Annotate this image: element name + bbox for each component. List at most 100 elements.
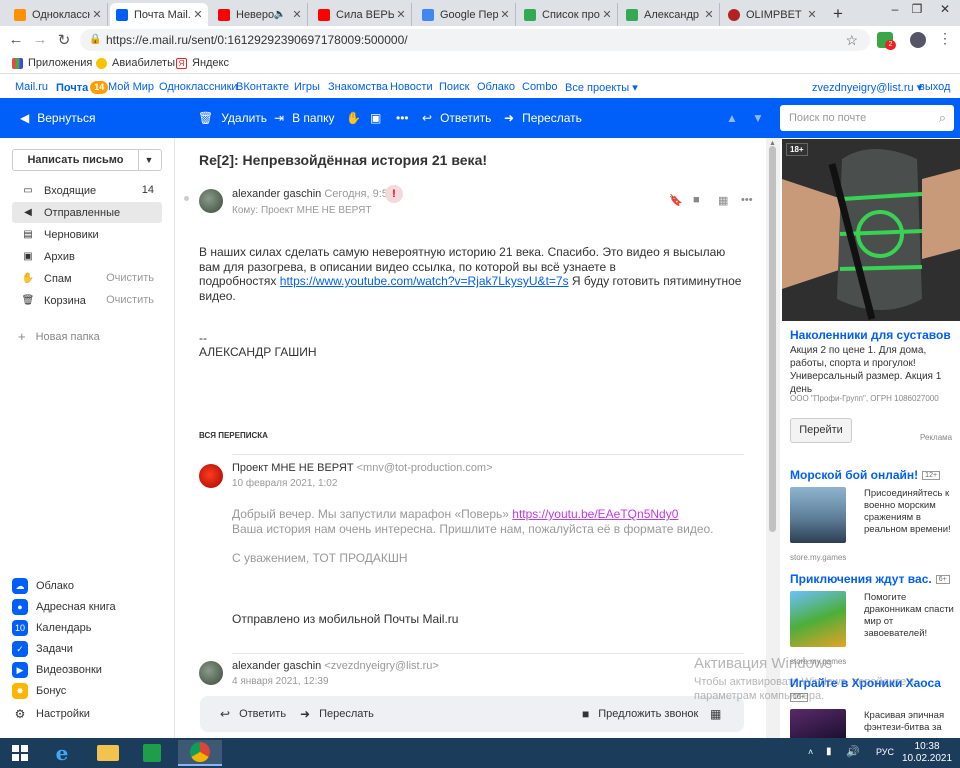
- tab-sheets-2[interactable]: Александр Г ✕: [620, 3, 720, 26]
- video-icon[interactable]: ■: [693, 194, 700, 206]
- forward-icon[interactable]: →: [30, 31, 50, 48]
- marathon-link[interactable]: https://youtu.be/EAeTQn5Ndy0: [512, 507, 678, 521]
- ad-image-battleship[interactable]: [790, 487, 846, 543]
- close-icon[interactable]: ✕: [805, 8, 819, 21]
- logout-link[interactable]: выход: [919, 81, 950, 93]
- service-cloud[interactable]: ☁ Облако: [12, 577, 74, 595]
- archive-button[interactable]: ▣: [370, 111, 389, 125]
- internet-explorer-icon[interactable]: e: [44, 740, 80, 766]
- ad-go-button[interactable]: Перейти: [790, 418, 852, 443]
- tab-odnoklassniki[interactable]: Одноклассни✕: [8, 3, 108, 26]
- new-folder-button[interactable]: + Новая папка: [18, 329, 100, 344]
- ad-title-1[interactable]: Наколенники для суставов: [790, 328, 951, 342]
- network-icon[interactable]: ▮: [826, 746, 832, 757]
- bookmark-apps[interactable]: Приложения: [12, 57, 92, 69]
- browser-menu-icon[interactable]: ⋮: [938, 30, 952, 47]
- quick-forward-button[interactable]: ➜ Переслать: [300, 707, 374, 721]
- portal-link-search[interactable]: Поиск: [439, 81, 469, 93]
- ad-image-dragons[interactable]: [790, 591, 846, 647]
- ad-title-2[interactable]: Морской бой онлайн! 12+: [790, 468, 941, 482]
- project-avatar[interactable]: [199, 464, 223, 488]
- service-tasks[interactable]: ✓ Задачи: [12, 640, 73, 658]
- tab-youtube-2[interactable]: Сила ВЕРЫ и✕: [312, 3, 412, 26]
- close-icon[interactable]: ✕: [290, 8, 304, 21]
- portal-link-all-projects[interactable]: Все проекты ▾: [565, 81, 638, 94]
- portal-link-combo[interactable]: Combo: [522, 81, 557, 93]
- volume-icon[interactable]: 🔊: [846, 745, 860, 758]
- service-addressbook[interactable]: ● Адресная книга: [12, 598, 116, 616]
- bookmark-icon[interactable]: 🔖: [669, 194, 683, 207]
- tab-mail[interactable]: Почта Mail.ru✕: [110, 3, 208, 26]
- tab-google-translate[interactable]: Google Пере✕: [416, 3, 516, 26]
- minimize-button[interactable]: –: [884, 2, 906, 16]
- service-calendar[interactable]: 10 Календарь: [12, 619, 92, 637]
- bookmark-aviabilety[interactable]: Авиабилеты: [96, 57, 175, 69]
- file-explorer-icon[interactable]: [90, 740, 126, 766]
- portal-link-cloud[interactable]: Облако: [477, 81, 515, 93]
- close-icon[interactable]: ✕: [191, 8, 205, 21]
- new-tab-button[interactable]: +: [828, 4, 848, 24]
- next-message-button[interactable]: ▼: [752, 111, 764, 125]
- close-icon[interactable]: ✕: [90, 8, 104, 21]
- close-icon[interactable]: ✕: [702, 8, 716, 21]
- tray-up-icon[interactable]: ˄: [808, 747, 813, 757]
- forward-button[interactable]: ➜ Переслать: [504, 111, 582, 125]
- reload-icon[interactable]: ↻: [54, 31, 74, 49]
- ad-image-knee-brace[interactable]: 18+: [782, 139, 960, 321]
- start-button[interactable]: [2, 740, 38, 766]
- ad-title-3[interactable]: Приключения ждут вас. 6+: [790, 572, 950, 586]
- bookmark-star-icon[interactable]: ☆: [845, 29, 858, 51]
- more-button[interactable]: •••: [396, 111, 417, 125]
- compose-button[interactable]: Написать письмо ▼: [12, 149, 162, 171]
- ad-image-chaos[interactable]: [790, 709, 846, 738]
- bookmark-yandex[interactable]: Я Яндекс: [176, 57, 229, 69]
- portal-link-games[interactable]: Игры: [294, 81, 320, 93]
- folder-inbox[interactable]: ▭ Входящие 14: [12, 180, 162, 201]
- spam-button[interactable]: ✋: [346, 111, 369, 125]
- close-icon[interactable]: ✕: [498, 8, 512, 21]
- delete-button[interactable]: 🗑 Удалить: [198, 111, 267, 125]
- tab-sheets-1[interactable]: Список про ✕: [518, 3, 618, 26]
- store-icon[interactable]: [134, 740, 170, 766]
- back-button[interactable]: ◀ Вернуться: [20, 111, 95, 125]
- quick-reply-button[interactable]: ↩ Ответить: [220, 707, 286, 721]
- portal-link-vk[interactable]: ВКонтакте: [236, 81, 289, 93]
- unread-dot[interactable]: [184, 196, 189, 201]
- language-indicator[interactable]: РУС: [876, 747, 894, 757]
- youtube-link[interactable]: https://www.youtube.com/watch?v=Rjak7Lky…: [280, 274, 569, 288]
- folder-archive[interactable]: ▣ Архив: [12, 246, 162, 267]
- speaker-icon[interactable]: 🔈: [274, 9, 286, 20]
- sender-name[interactable]: alexander gaschin: [232, 188, 321, 200]
- calendar-button[interactable]: ▦: [710, 707, 730, 721]
- search-input[interactable]: Поиск по почте ⌕: [780, 105, 954, 131]
- service-bonus[interactable]: ✸ Бонус: [12, 682, 66, 700]
- scroll-thumb[interactable]: [769, 146, 776, 532]
- clear-trash-link[interactable]: Очистить: [106, 294, 154, 306]
- search-icon[interactable]: ⌕: [939, 105, 946, 131]
- calendar-add-icon[interactable]: ▦: [718, 194, 728, 207]
- folder-spam[interactable]: ✋ Спам Очистить: [12, 268, 162, 289]
- profile-avatar[interactable]: [910, 32, 926, 48]
- url-field[interactable]: 🔒 https://e.mail.ru/sent/0:1612929239069…: [80, 29, 870, 51]
- chevron-down-icon[interactable]: ▼: [137, 150, 161, 170]
- portal-link-dating[interactable]: Знакомства: [328, 81, 388, 93]
- tab-youtube-1[interactable]: Неверо 🔈 ✕: [212, 3, 308, 26]
- important-flag-icon[interactable]: !: [385, 185, 403, 203]
- chrome-taskbar-icon[interactable]: [178, 740, 222, 766]
- service-videocall[interactable]: ▶ Видеозвонки: [12, 661, 102, 679]
- clear-spam-link[interactable]: Очистить: [106, 272, 154, 284]
- portal-link-ok[interactable]: Одноклассники: [159, 81, 238, 93]
- portal-link-mailru[interactable]: Mail.ru: [15, 81, 48, 93]
- back-icon[interactable]: ←: [6, 31, 26, 48]
- folder-trash[interactable]: 🗑 Корзина Очистить: [12, 290, 162, 311]
- service-settings[interactable]: ⚙ Настройки: [12, 705, 90, 723]
- folder-sent[interactable]: ◀ Отправленные: [12, 202, 162, 223]
- account-menu[interactable]: zvezdnyeigry@list.ru ▾: [812, 81, 922, 94]
- close-icon[interactable]: ✕: [394, 8, 408, 21]
- folder-drafts[interactable]: ▤ Черновики: [12, 224, 162, 245]
- restore-button[interactable]: ❐: [906, 2, 928, 16]
- tab-olimpbet[interactable]: OLIMPBET - С✕: [722, 3, 822, 26]
- window-close-button[interactable]: ✕: [934, 2, 956, 16]
- move-to-folder-button[interactable]: ⇥ В папку: [274, 111, 334, 125]
- message-scrollbar[interactable]: ▲: [766, 138, 780, 738]
